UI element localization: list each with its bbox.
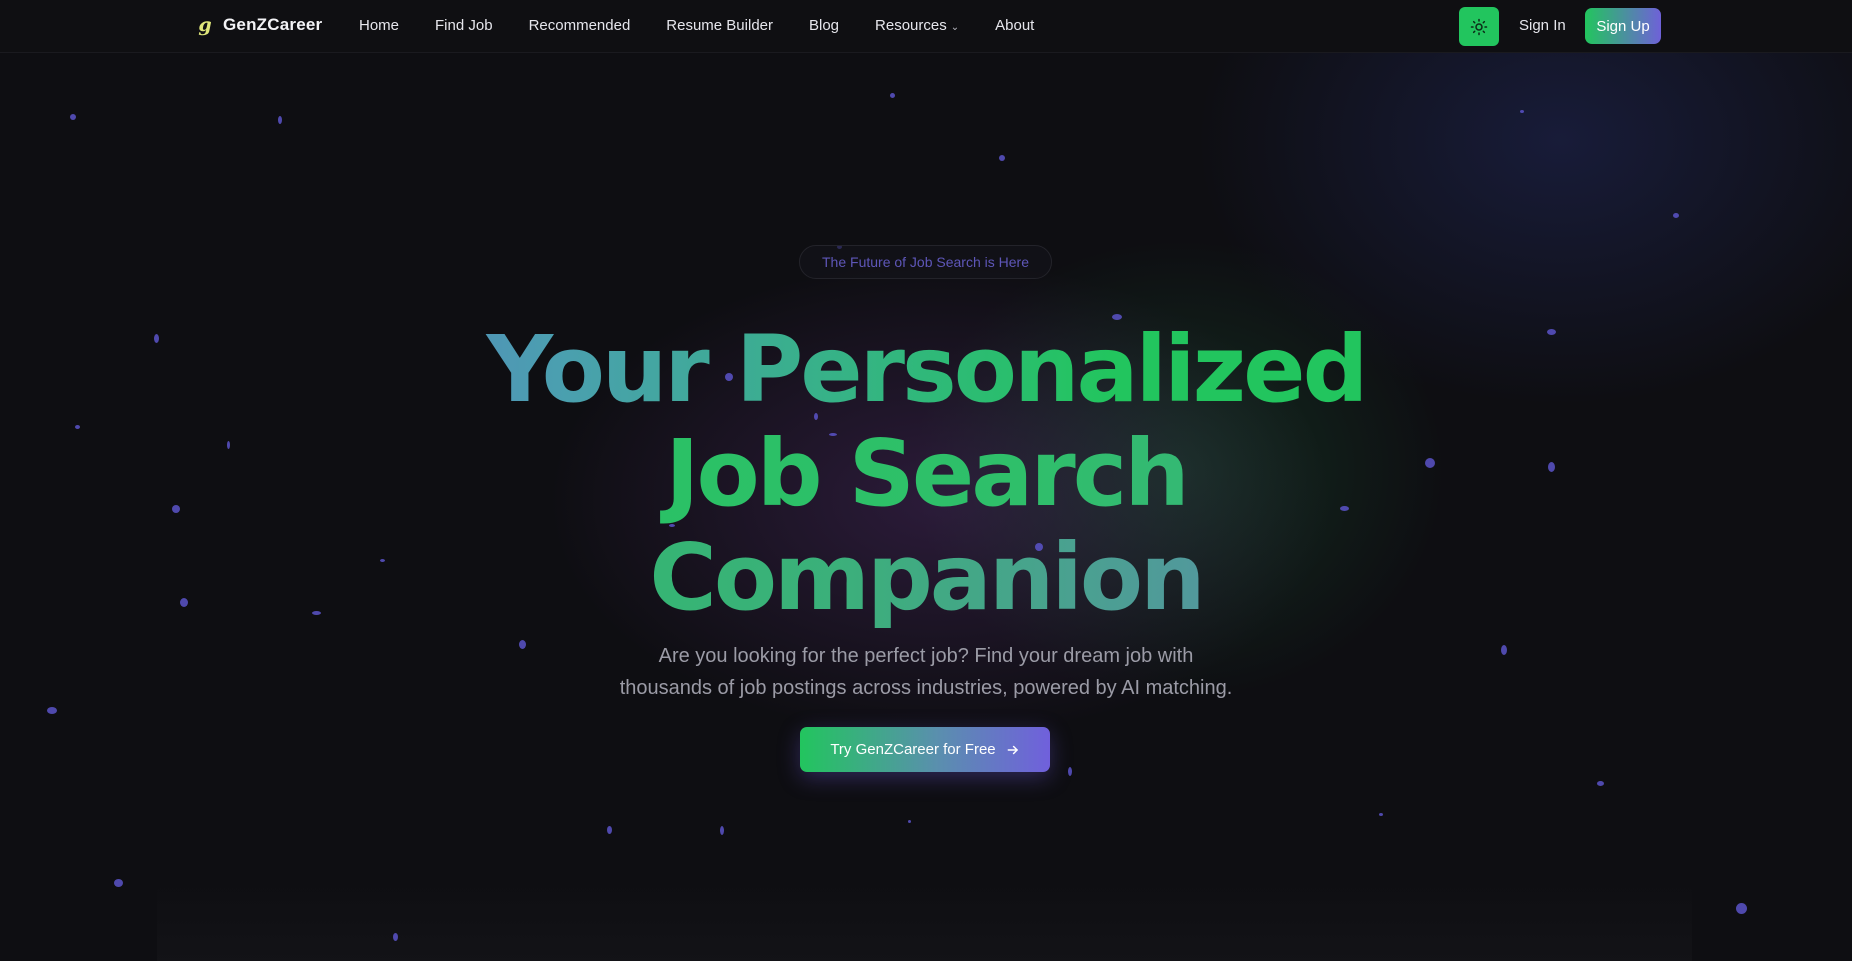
particle [607,826,612,834]
cta-label: Try GenZCareer for Free [830,741,996,758]
nav-link-resources[interactable]: Resources ⌄ [875,17,959,34]
hero-badge: The Future of Job Search is Here [799,245,1052,279]
hero-subtext: Are you looking for the perfect job? Fin… [0,640,1852,704]
nav-link-resources-label: Resources [875,17,947,34]
particle [47,707,57,714]
particle [720,826,724,835]
particle [114,879,123,887]
particle [278,116,282,124]
try-free-button[interactable]: Try GenZCareer for Free [800,727,1050,772]
headline-line-3: Companion [0,526,1852,630]
particle [1673,213,1679,218]
nav-link-find-job[interactable]: Find Job [435,17,493,34]
chevron-down-icon: ⌄ [950,22,960,33]
particle [1068,767,1072,776]
nav-links: Home Find Job Recommended Resume Builder… [359,17,1070,34]
nav-link-home[interactable]: Home [359,17,399,34]
logo-icon: g [198,14,212,36]
bottom-panel [157,880,1692,961]
particle [999,155,1005,161]
hero-headline: Your Personalized Job Search Companion [0,318,1852,630]
landing-page: g GenZCareer Home Find Job Recommended R… [0,0,1852,961]
logo-text: GenZCareer [223,15,323,34]
particle [1520,110,1524,113]
hero-subtext-line-2: thousands of job postings across industr… [619,677,1233,699]
particle [1597,781,1604,786]
sign-up-button[interactable]: Sign Up [1585,8,1661,44]
particle [890,93,895,98]
sun-icon [1470,18,1488,35]
particle [1379,813,1383,816]
theme-toggle-button[interactable] [1459,7,1499,46]
top-navbar: g GenZCareer Home Find Job Recommended R… [0,0,1852,53]
nav-link-recommended[interactable]: Recommended [529,17,631,34]
particle [393,933,398,941]
arrow-right-icon [1007,745,1018,754]
particle [70,114,76,120]
logo[interactable]: g GenZCareer [196,14,322,36]
sign-in-link[interactable]: Sign In [1519,17,1566,34]
nav-link-blog[interactable]: Blog [809,17,839,34]
hero-subtext-line-1: Are you looking for the perfect job? Fin… [658,645,1194,667]
nav-link-resume-builder[interactable]: Resume Builder [666,17,773,34]
particle [1736,903,1747,914]
particle [908,820,911,823]
nav-link-about[interactable]: About [995,17,1034,34]
headline-line-1: Your Personalized [0,318,1852,422]
headline-line-2: Job Search [0,422,1852,526]
